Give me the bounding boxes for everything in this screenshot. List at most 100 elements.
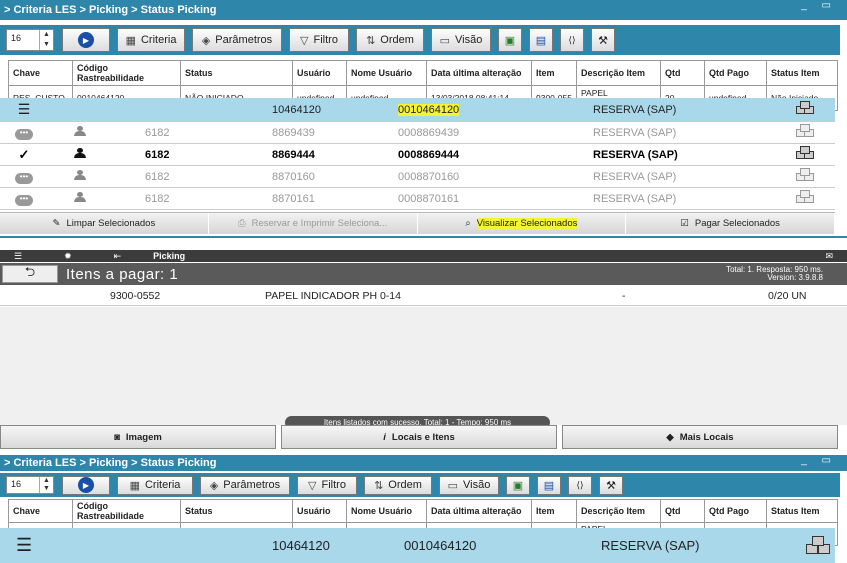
visao-button[interactable]: ▭ Visão xyxy=(431,28,491,52)
limpar-selecionados-button[interactable]: ✎ Limpar Selecionados xyxy=(0,213,209,234)
col-chave[interactable]: Chave xyxy=(8,499,73,523)
parametros-button[interactable]: ◈ Parâmetros xyxy=(200,475,290,495)
visao-button[interactable]: ▭ Visão xyxy=(439,475,499,495)
picking-header-row[interactable]: ☰ 10464120 0010464120 RESERVA (SAP) xyxy=(0,98,835,122)
page-size-spinner[interactable]: 16 ▲ ▼ xyxy=(6,476,54,494)
list-item[interactable]: ••• 6182 8870161 0008870161 RESERVA (SAP… xyxy=(0,188,835,210)
save-button[interactable]: ▤ xyxy=(529,28,553,52)
criteria-button[interactable]: ▦ Criteria xyxy=(117,475,193,495)
row-a: 6182 xyxy=(145,192,170,205)
col-qtd[interactable]: Qtd xyxy=(660,60,705,86)
col-codigo[interactable]: Código Rastreabilidade xyxy=(72,60,181,86)
bottom-picking-header-row[interactable]: ☰ 10464120 0010464120 RESERVA (SAP) xyxy=(0,528,835,563)
list-icon[interactable]: ☰ xyxy=(14,101,34,118)
page-size-spinner[interactable]: 16 ▲ ▼ xyxy=(6,29,54,51)
col-nome-usuario[interactable]: Nome Usuário xyxy=(346,60,427,86)
col-status-item[interactable]: Status Item xyxy=(766,499,838,523)
visao-label: Visão xyxy=(463,479,491,491)
visao-label: Visão xyxy=(455,34,483,46)
filtro-button[interactable]: ▽ Filtro xyxy=(289,28,349,52)
mobile-list-area xyxy=(0,307,847,425)
col-qtd[interactable]: Qtd xyxy=(660,499,705,523)
mais-label: Mais Locais xyxy=(679,431,734,443)
imagem-button[interactable]: ◙ Imagem xyxy=(0,425,276,449)
row-c: 0008869439 xyxy=(398,126,460,139)
wrench-icon: ⚒ xyxy=(606,479,616,492)
col-data[interactable]: Data última alteração xyxy=(426,60,532,86)
boxes-icon[interactable] xyxy=(796,124,822,141)
col-status-item[interactable]: Status Item xyxy=(766,60,838,86)
row-a: 6182 xyxy=(145,170,170,183)
locais-itens-button[interactable]: i Locais e Itens xyxy=(281,425,557,449)
col-usuario[interactable]: Usuário xyxy=(292,499,347,523)
ordem-button[interactable]: ⇅ Ordem xyxy=(364,475,432,495)
criteria-button[interactable]: ▦ Criteria xyxy=(117,28,185,52)
ordem-button[interactable]: ⇅ Ordem xyxy=(356,28,424,52)
boxes-icon[interactable] xyxy=(806,536,836,557)
col-chave[interactable]: Chave xyxy=(8,60,73,86)
save-button[interactable]: ▤ xyxy=(537,475,561,495)
list-item[interactable]: ✓ 6182 8869444 0008869444 RESERVA (SAP) xyxy=(0,144,835,166)
more-icon[interactable]: ••• xyxy=(14,126,34,140)
code-button[interactable]: ⟨⟩ xyxy=(568,475,592,495)
window-controls[interactable]: _ ▭ xyxy=(801,0,837,11)
spinner-arrows-icon[interactable]: ▲ ▼ xyxy=(39,477,53,493)
list-item[interactable]: ••• 6182 8870160 0008870160 RESERVA (SAP… xyxy=(0,166,835,188)
section-divider xyxy=(0,236,847,238)
export-excel-button[interactable]: ▣ xyxy=(498,28,522,52)
filter-icon: ▽ xyxy=(308,479,317,492)
row-b: 8870160 xyxy=(272,170,315,183)
col-item[interactable]: Item xyxy=(531,60,577,86)
boxes-icon[interactable] xyxy=(796,146,822,163)
reservar-imprimir-button[interactable]: ⎙ Reservar e Imprimir Seleciona... xyxy=(208,213,418,234)
boxes-icon[interactable] xyxy=(796,101,822,118)
parametros-button[interactable]: ◈ Parâmetros xyxy=(192,28,282,52)
col-item[interactable]: Item xyxy=(531,499,577,523)
col-status[interactable]: Status xyxy=(180,60,293,86)
more-icon[interactable]: ••• xyxy=(14,192,34,206)
col-nome-usuario[interactable]: Nome Usuário xyxy=(346,499,427,523)
list-item[interactable]: 9300-0552 PAPEL INDICADOR PH 0-14 - 0/20… xyxy=(0,286,847,306)
logout-icon[interactable]: ⇤ xyxy=(114,251,122,262)
col-status[interactable]: Status xyxy=(180,499,293,523)
check-icon[interactable]: ✓ xyxy=(14,147,34,163)
pagar-selecionados-button[interactable]: ☑ Pagar Selecionados xyxy=(626,213,835,234)
col-usuario[interactable]: Usuário xyxy=(292,60,347,86)
window-controls[interactable]: _ ▭ xyxy=(801,455,837,466)
col-data[interactable]: Data última alteração xyxy=(426,499,532,523)
run-button[interactable]: ▶ xyxy=(62,28,110,52)
tools-button[interactable]: ⚒ xyxy=(599,475,623,495)
col-descricao[interactable]: Descrição Item xyxy=(576,60,661,86)
ordem-label: Ordem xyxy=(380,34,414,46)
code-icon: ⟨⟩ xyxy=(576,479,584,490)
filtro-button[interactable]: ▽ Filtro xyxy=(297,475,357,495)
spinner-arrows-icon[interactable]: ▲ ▼ xyxy=(39,30,53,50)
menu-icon[interactable]: ☰ xyxy=(14,251,22,262)
col-codigo[interactable]: Código Rastreabilidade xyxy=(72,499,181,523)
row-b: 8869439 xyxy=(272,126,315,139)
grid-icon: ▦ xyxy=(129,479,140,492)
tools-button[interactable]: ⚒ xyxy=(591,28,615,52)
visualizar-selecionados-button[interactable]: ⌕ Visualizar Selecionados xyxy=(417,213,627,234)
back-arrow-icon: ⮌ xyxy=(24,264,36,279)
mais-locais-button[interactable]: ◆ Mais Locais xyxy=(562,425,838,449)
col-qtd-pago[interactable]: Qtd Pago xyxy=(704,499,767,523)
col-qtd-pago[interactable]: Qtd Pago xyxy=(704,60,767,86)
gear-icon[interactable]: ✹ xyxy=(64,251,72,262)
mobile-title: Picking xyxy=(153,251,186,261)
pagar-label: Pagar Selecionados xyxy=(694,218,780,229)
chat-icon[interactable]: ✉ xyxy=(825,251,833,262)
list-item[interactable]: ••• 6182 8869439 0008869439 RESERVA (SAP… xyxy=(0,122,835,144)
code-button[interactable]: ⟨⟩ xyxy=(560,28,584,52)
boxes-icon[interactable] xyxy=(796,168,822,185)
run-button[interactable]: ▶ xyxy=(62,475,110,495)
item-qty: 0/20 UN xyxy=(768,290,807,302)
spinner-value: 16 xyxy=(11,33,22,43)
export-excel-button[interactable]: ▣ xyxy=(506,475,530,495)
more-icon[interactable]: ••• xyxy=(14,170,34,184)
col-descricao[interactable]: Descrição Item xyxy=(576,499,661,523)
row-d: RESERVA (SAP) xyxy=(593,192,677,205)
back-button[interactable]: ⮌ xyxy=(2,264,58,283)
boxes-icon[interactable] xyxy=(796,190,822,207)
list-icon[interactable]: ☰ xyxy=(16,535,32,556)
